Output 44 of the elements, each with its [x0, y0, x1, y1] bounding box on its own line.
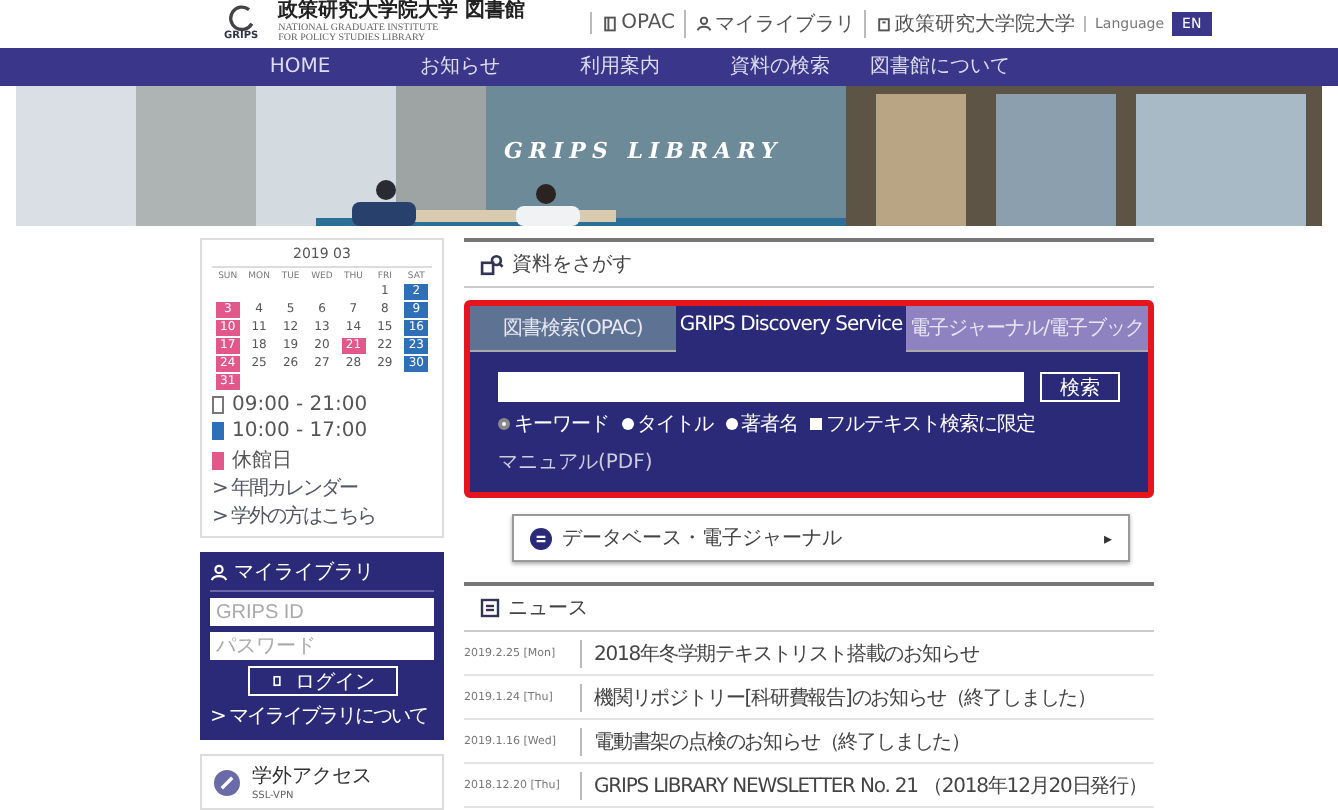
search-tab[interactable]: 図書検索(OPAC) — [470, 306, 676, 352]
news-link[interactable]: GRIPS LIBRARY NEWSLETTER No. 21 （2018年12月20日発行） — [580, 772, 1147, 800]
card-title: 学外アクセス — [252, 764, 372, 790]
person-icon — [695, 15, 711, 32]
section-title: ニュース — [508, 596, 588, 622]
search-button[interactable]: 検索 — [1040, 372, 1120, 402]
password-field[interactable]: パスワード — [210, 632, 434, 660]
person-icon — [210, 563, 228, 581]
fulltext-checkbox[interactable]: フルテキスト検索に限定 — [810, 410, 1035, 438]
search-option-radio[interactable]: キーワード — [498, 410, 609, 438]
banner-title: GRIPS LIBRARY — [504, 137, 783, 163]
news-link[interactable]: 機関リポジトリー[科研費報告]のお知らせ（終了しました） — [580, 684, 1097, 712]
legend-label: 休館日 — [232, 448, 292, 474]
news-link[interactable]: 電動書架の点検のお知らせ（終了しました） — [580, 728, 971, 756]
nav-item[interactable]: 資料の検索 — [700, 47, 860, 85]
search-option-radio[interactable]: タイトル — [621, 410, 713, 438]
search-field[interactable] — [498, 372, 1024, 402]
panel-title: マイライブラリ — [234, 559, 374, 586]
nav-item[interactable]: お知らせ — [380, 47, 540, 85]
login-icon — [269, 674, 283, 688]
manual-link[interactable]: マニュアル(PDF) — [470, 444, 681, 480]
nav-item[interactable]: 図書館について — [860, 47, 1020, 85]
login-button[interactable]: ログイン — [247, 666, 397, 696]
book-icon — [601, 15, 618, 32]
book-search-icon — [480, 253, 504, 275]
logo-ring-icon — [227, 4, 256, 33]
calendar-link[interactable]: > 学外の方はこちら — [212, 502, 432, 530]
database-bar[interactable]: データベース・電子ジャーナル ▸ — [512, 514, 1130, 562]
list-icon — [530, 527, 552, 549]
header-link[interactable]: OPAC — [589, 12, 675, 35]
header-link[interactable]: 政策研究大学院大学 — [863, 9, 1075, 38]
my-library-link[interactable]: > マイライブラリについて — [210, 702, 434, 730]
search-option-radio[interactable]: 著者名 — [725, 410, 798, 438]
legend-label: 10:00 - 17:00 — [232, 420, 368, 442]
news-link[interactable]: 2018年冬学期テキストリスト搭載のお知らせ — [580, 640, 979, 668]
calendar-link[interactable]: > 年間カレンダー — [212, 474, 432, 502]
newspaper-icon — [480, 598, 500, 618]
nav-item[interactable]: HOME — [220, 47, 380, 85]
section-title: 資料をさがす — [512, 251, 632, 278]
id-field[interactable]: GRIPS ID — [210, 598, 434, 626]
nav-item[interactable]: 利用案内 — [540, 47, 700, 85]
legend-label: 09:00 - 21:00 — [232, 394, 368, 416]
building-icon — [875, 15, 891, 32]
header-link[interactable]: マイライブラリ — [683, 9, 855, 38]
